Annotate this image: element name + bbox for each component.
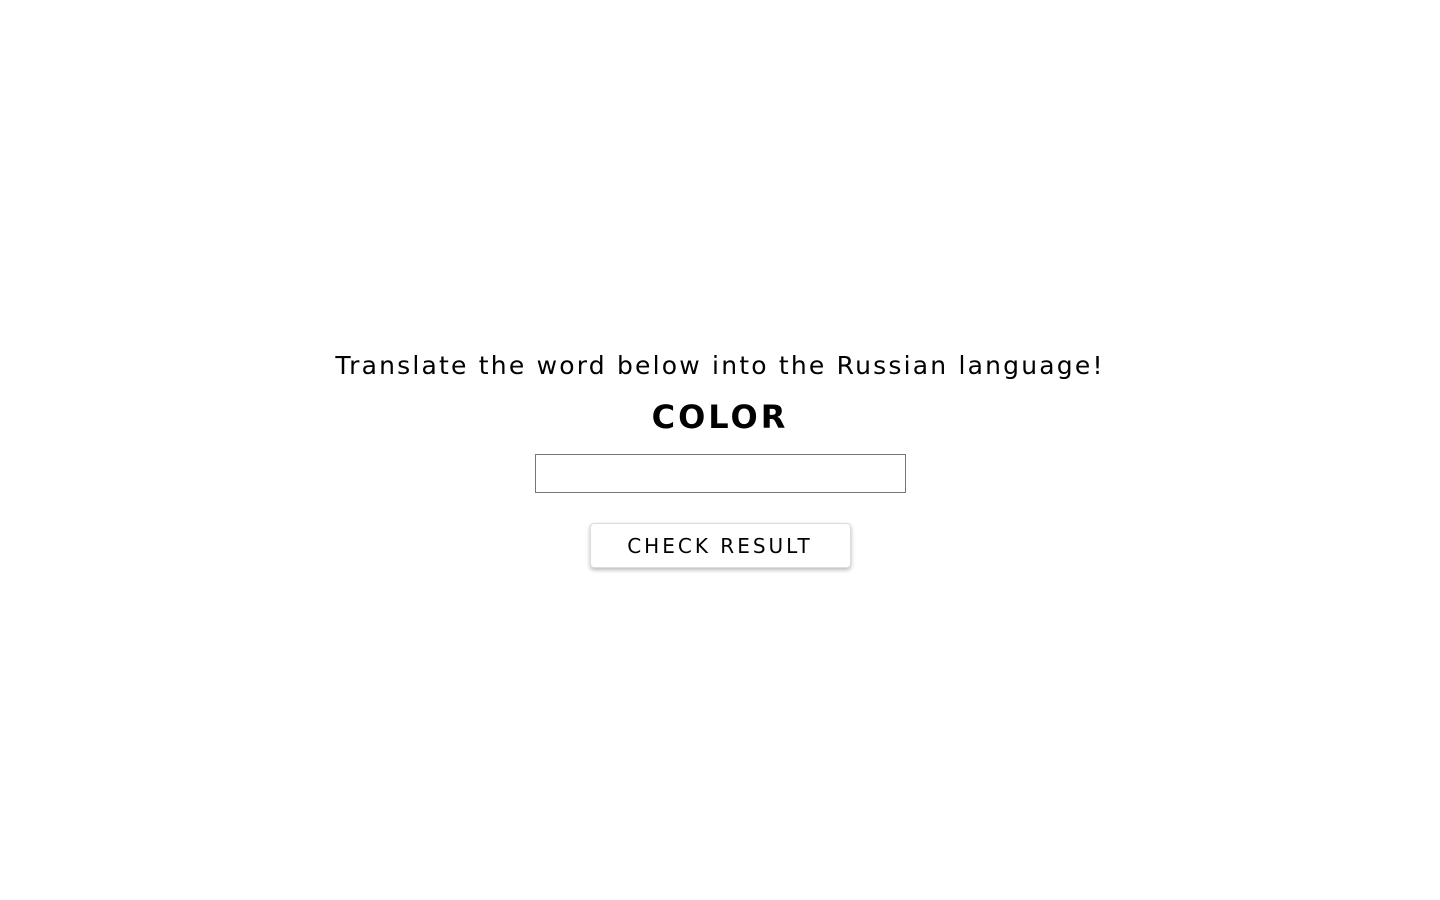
check-result-button[interactable]: CHECK RESULT [589,523,851,568]
quiz-instruction: Translate the word below into the Russia… [335,351,1105,380]
quiz-panel: Translate the word below into the Russia… [0,350,1440,568]
translation-quiz-page: Translate the word below into the Russia… [0,0,1440,900]
word-to-translate: COLOR [651,398,789,436]
answer-input[interactable] [534,454,906,493]
